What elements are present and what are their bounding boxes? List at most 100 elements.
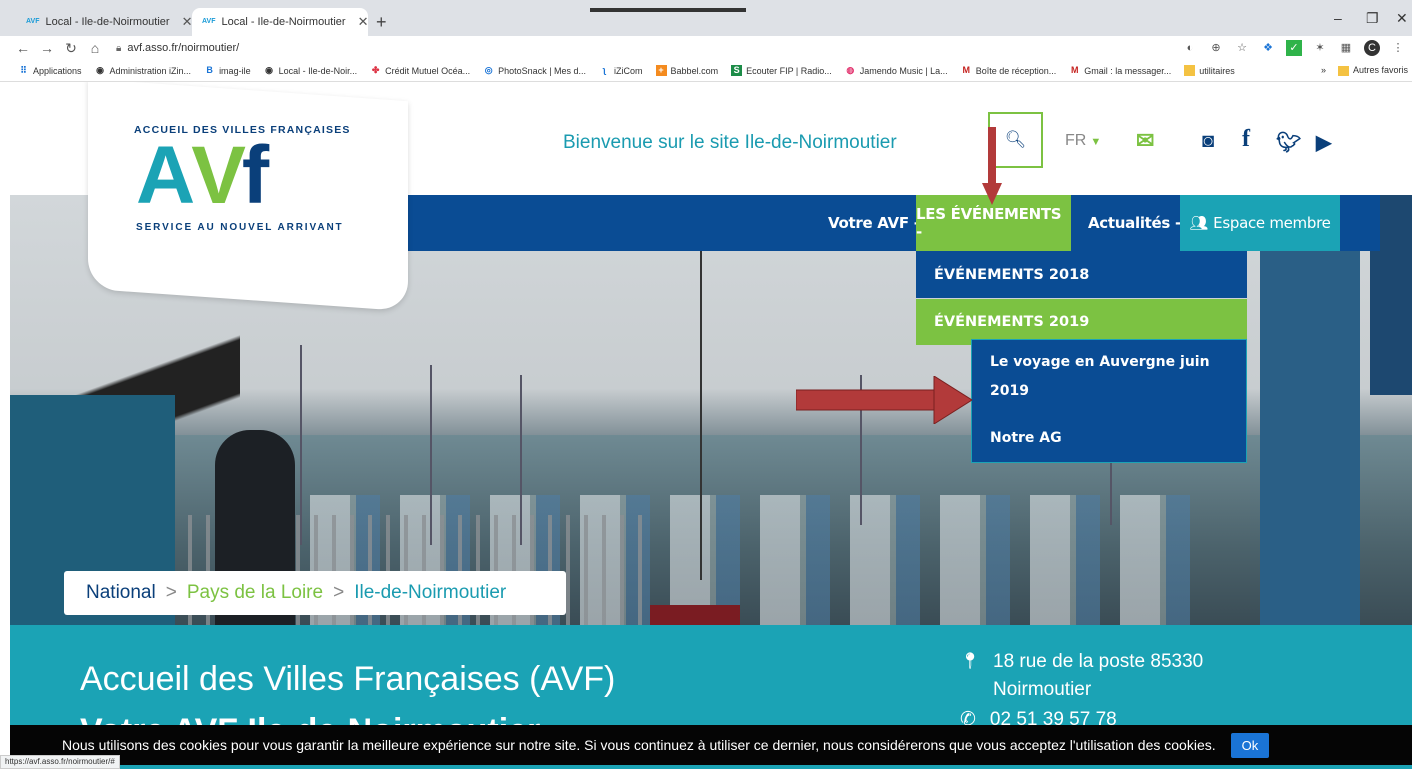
hero-cable xyxy=(700,220,702,580)
star-icon[interactable]: ☆ xyxy=(1234,40,1250,56)
puzzle-icon[interactable]: ▦ xyxy=(1338,40,1354,56)
tab-title: Local - Ile-de-Noirmoutier xyxy=(221,16,346,28)
izicom-icon: ʅ xyxy=(603,65,607,75)
submenu-2019: Le voyage en Auvergne juin 2019 Notre AG xyxy=(971,339,1247,463)
extension-icon[interactable]: ❖ xyxy=(1260,40,1276,56)
nav-espace-membre[interactable]: 👥︎ Espace membre xyxy=(1180,195,1340,251)
credit-mutuel-icon: ✤ xyxy=(371,65,380,75)
hero-blue-pillar xyxy=(1260,195,1360,625)
browser-tabbar: AVF Local - Ile-de-Noirmoutier ✕ AVF Loc… xyxy=(0,0,1412,36)
address-bar[interactable]: 🔒︎ avf.asso.fr/noirmoutier/ xyxy=(116,42,239,54)
breadcrumb: National > Pays de la Loire > Ile-de-Noi… xyxy=(64,571,566,615)
nav-votre-avf[interactable]: Votre AVF - xyxy=(828,195,920,251)
forward-icon[interactable]: → xyxy=(36,40,58,56)
url-text: avf.asso.fr/noirmoutier/ xyxy=(127,42,240,54)
bookmark-folder[interactable]: Autres favoris xyxy=(1337,65,1408,76)
cookie-text: Nous utilisons des cookies pour vous gar… xyxy=(62,737,1216,753)
browser-tab-active[interactable]: AVF Local - Ile-de-Noirmoutier ✕ xyxy=(192,8,369,36)
extension-icons: ◐ ⊕ ☆ ❖ ✓ ✶ ▦ C ⋮ xyxy=(1182,40,1406,56)
profile-avatar-icon[interactable]: C xyxy=(1364,40,1380,56)
dropdown-item-events-2018[interactable]: ÉVÉNEMENTS 2018 xyxy=(916,251,1247,298)
search-icon: 🔍︎ xyxy=(1004,130,1027,149)
avf-favicon-icon: AVF xyxy=(202,18,216,25)
globe-icon: ◉ xyxy=(96,65,104,75)
pin-extension-icon[interactable]: ✶ xyxy=(1312,40,1328,56)
blogger-b-icon: B xyxy=(206,65,213,75)
bookmark-item[interactable]: M Boîte de réception... xyxy=(961,65,1056,76)
status-bar-url: https://avf.asso.fr/noirmoutier/# xyxy=(0,755,120,769)
breadcrumb-ile-de-noirmoutier[interactable]: Ile-de-Noirmoutier xyxy=(354,582,506,604)
address: 📍︎ 18 rue de la poste 85330 Noirmoutier xyxy=(960,648,1243,704)
close-icon[interactable]: ✕ xyxy=(182,14,193,30)
welcome-text: Bienvenue sur le site Ile-de-Noirmoutier xyxy=(563,132,897,153)
babbel-icon: + xyxy=(655,65,667,76)
bookmark-item[interactable]: ✤ Crédit Mutuel Océa... xyxy=(370,65,470,76)
bookmark-item[interactable]: ⠿ Applications xyxy=(18,65,81,76)
check-extension-icon[interactable]: ✓ xyxy=(1286,40,1302,56)
photosnack-icon: ◎ xyxy=(484,65,493,75)
bookmarks-overflow-button[interactable]: » xyxy=(1321,65,1326,76)
breadcrumb-national[interactable]: National xyxy=(86,582,156,604)
bookmark-item[interactable]: ◎ PhotoSnack | Mes d... xyxy=(483,65,586,76)
avf-logo[interactable]: AVf xyxy=(136,135,352,217)
bookmark-item[interactable]: + Babbel.com xyxy=(655,65,718,76)
gmail-icon: M xyxy=(962,65,970,75)
bookmark-item[interactable]: ◉ Administration iZin... xyxy=(95,65,191,76)
bookmark-item[interactable]: ʅ iZiCom xyxy=(599,65,643,76)
submenu-item-notre-ag[interactable]: Notre AG xyxy=(990,424,1230,453)
zoom-icon[interactable]: ⊕ xyxy=(1208,40,1224,56)
translate-icon[interactable]: ◐ xyxy=(1182,40,1198,56)
lock-icon: 🔒︎ xyxy=(116,42,122,54)
bookmark-item[interactable]: S Ecouter FIP | Radio... xyxy=(731,65,832,76)
apps-grid-icon: ⠿ xyxy=(20,65,27,75)
instagram-icon[interactable]: ◙ xyxy=(1202,130,1214,153)
bookmark-item[interactable]: M Gmail : la messager... xyxy=(1069,65,1171,76)
bookmark-folder[interactable]: utilitaires xyxy=(1184,65,1235,76)
map-pin-icon: 📍︎ xyxy=(960,653,981,670)
restore-icon[interactable]: ❐ xyxy=(1366,10,1379,27)
language-selector[interactable]: FR ▼ xyxy=(1065,132,1101,150)
back-icon[interactable]: ← xyxy=(12,40,34,56)
twitter-icon[interactable]: 🐦︎ xyxy=(1276,130,1301,155)
email-icon[interactable]: ✉ xyxy=(1136,128,1154,154)
menu-dots-icon[interactable]: ⋮ xyxy=(1390,40,1406,56)
breadcrumb-pays-de-la-loire[interactable]: Pays de la Loire xyxy=(187,582,323,604)
reload-icon[interactable]: ↻ xyxy=(60,40,82,57)
annotation-arrow-down-icon xyxy=(982,127,1002,205)
close-window-icon[interactable]: ✕ xyxy=(1396,10,1408,27)
bookmark-item[interactable]: ◍ Jamendo Music | La... xyxy=(845,65,947,76)
globe-icon: ◉ xyxy=(265,65,273,75)
web-page: Votre AVF - LES ÉVÉNEMENTS - Actualités … xyxy=(0,82,1412,769)
annotation-arrow-right-icon xyxy=(796,376,972,424)
page-title: Accueil des Villes Françaises (AVF) xyxy=(80,660,616,698)
jamendo-icon: ◍ xyxy=(846,65,855,75)
home-icon[interactable]: ⌂ xyxy=(84,40,106,56)
caret-down-icon: ▼ xyxy=(1090,136,1102,148)
close-icon[interactable]: ✕ xyxy=(358,14,369,30)
breadcrumb-separator: > xyxy=(333,582,345,603)
cookie-banner: Nous utilisons des cookies pour vous gar… xyxy=(10,725,1412,765)
hero-red-box xyxy=(650,605,740,625)
bookmarks-right: » Autres favoris xyxy=(1320,65,1408,76)
members-icon: 👥︎ xyxy=(1189,214,1209,232)
folder-icon xyxy=(1184,65,1196,76)
browser-tab[interactable]: AVF Local - Ile-de-Noirmoutier ✕ xyxy=(16,8,193,36)
new-tab-button[interactable]: + xyxy=(376,12,387,33)
folder-icon xyxy=(1337,65,1349,76)
cookie-ok-button[interactable]: Ok xyxy=(1230,732,1270,758)
submenu-item-voyage-auvergne[interactable]: Le voyage en Auvergne juin 2019 xyxy=(990,348,1230,406)
facebook-icon[interactable]: f xyxy=(1242,126,1250,153)
tabbar-indicator xyxy=(590,8,746,12)
bookmarks-bar: ⠿ Applications ◉ Administration iZin... Bi… xyxy=(0,60,1412,82)
avf-favicon-icon: AVF xyxy=(26,18,40,25)
youtube-icon[interactable]: ▶ xyxy=(1316,130,1331,155)
tab-title: Local - Ile-de-Noirmoutier xyxy=(45,16,170,28)
bookmark-item[interactable]: Bimag-ile xyxy=(204,65,250,76)
nav-actualites[interactable]: Actualités - xyxy=(1088,195,1181,251)
bookmark-item[interactable]: ◉ Local - Ile-de-Noir... xyxy=(264,65,357,76)
gmail-icon: M xyxy=(1071,65,1079,75)
browser-toolbar: ← → ↻ ⌂ 🔒︎ avf.asso.fr/noirmoutier/ ◐ ⊕ … xyxy=(0,36,1412,60)
minimize-icon[interactable]: – xyxy=(1334,10,1342,26)
logo-bottom-text: SERVICE AU NOUVEL ARRIVANT xyxy=(136,222,344,233)
fip-icon: S xyxy=(731,65,743,76)
